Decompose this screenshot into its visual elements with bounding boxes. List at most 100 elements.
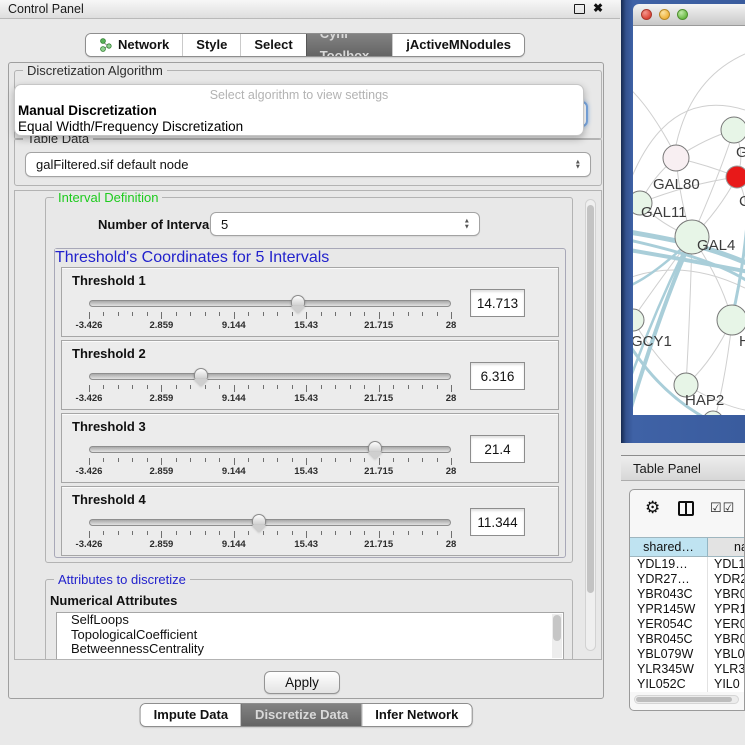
node-selected-red[interactable] <box>726 166 745 188</box>
threshold-2-box: Threshold 2 -3.4262.8599.14415.4321.7152… <box>61 340 559 410</box>
node-bottom-partial[interactable] <box>703 411 723 415</box>
column-header-shared[interactable]: shared… <box>630 538 708 556</box>
cell-name[interactable]: YLR3 <box>708 662 745 677</box>
threshold-1-value-field[interactable]: 14.713 <box>470 289 525 317</box>
numerical-attributes-label: Numerical Attributes <box>50 593 177 608</box>
number-of-intervals-value: 5 <box>221 217 228 232</box>
cell-name[interactable]: YBL0 <box>708 647 745 662</box>
threshold-3-slider-handle[interactable] <box>368 441 382 459</box>
cell-name[interactable]: YBR0 <box>708 632 745 647</box>
settings-vertical-scrollbar[interactable] <box>585 199 596 651</box>
window-title: Control Panel <box>8 2 84 16</box>
cell-shared-name[interactable]: YPR145W <box>630 602 708 617</box>
node-h[interactable] <box>717 305 745 335</box>
cell-shared-name[interactable]: YIL052C <box>630 677 708 692</box>
table-row[interactable]: YBR043CYBR0 <box>630 587 745 602</box>
number-of-intervals-spinner[interactable]: 5 ▲▼ <box>210 212 480 236</box>
table-rows: YDL19…YDL1YDR27…YDR2YBR043CYBR0YPR145WYP… <box>630 557 745 692</box>
attributes-to-discretize-group: Attributes to discretize Numerical Attri… <box>45 579 573 660</box>
node-gal80[interactable] <box>663 145 689 171</box>
tab-network[interactable]: Network <box>86 34 182 56</box>
gear-icon[interactable]: ⚙ <box>645 499 660 516</box>
slider-tick-label: 15.43 <box>294 539 318 550</box>
threshold-4-value-field[interactable]: 11.344 <box>470 508 525 536</box>
slider-tick-label: 28 <box>446 466 457 477</box>
control-panel-tabs: Network Style Select Cyni Toolbox jActiv… <box>85 33 525 57</box>
table-row[interactable]: YDL19…YDL1 <box>630 557 745 572</box>
algorithm-hint-option[interactable]: Select algorithm to view settings <box>15 88 583 102</box>
table-row[interactable]: YIL052CYIL0 <box>630 677 745 692</box>
cell-shared-name[interactable]: YDR27… <box>630 572 708 587</box>
table-row[interactable]: YER054CYER0 <box>630 617 745 632</box>
cell-shared-name[interactable]: YLR345W <box>630 662 708 677</box>
table-row[interactable]: YDR27…YDR2 <box>630 572 745 587</box>
tab-style[interactable]: Style <box>182 34 240 56</box>
cell-shared-name[interactable]: YBL079W <box>630 647 708 662</box>
threshold-3-label: Threshold 3 <box>72 419 146 434</box>
table-panel-title: Table Panel <box>633 461 701 476</box>
threshold-2-value-field[interactable]: 6.316 <box>470 362 525 390</box>
apply-button[interactable]: Apply <box>264 671 340 694</box>
table-header-row: shared… na <box>630 537 745 557</box>
table-data-selected-value: galFiltered.sif default node <box>36 157 188 172</box>
table-row[interactable]: YLR345WYLR3 <box>630 662 745 677</box>
threshold-4-slider-handle[interactable] <box>252 514 266 532</box>
table-row[interactable]: YPR145WYPR1 <box>630 602 745 617</box>
tab-select[interactable]: Select <box>240 34 305 56</box>
slider-tick-label: -3.426 <box>76 466 103 477</box>
zoom-traffic-light[interactable] <box>677 9 688 20</box>
node-gcy1[interactable] <box>633 309 644 331</box>
table-row[interactable]: YBL079WYBL0 <box>630 647 745 662</box>
cell-name[interactable]: YDR2 <box>708 572 745 587</box>
cell-shared-name[interactable]: YBR043C <box>630 587 708 602</box>
spinner-arrows-icon: ▲▼ <box>464 219 470 230</box>
minimize-traffic-light[interactable] <box>659 9 670 20</box>
node-top-right[interactable] <box>721 117 745 143</box>
checkbox-icons[interactable]: ☑☑ <box>710 500 735 516</box>
cell-name[interactable]: YDL1 <box>708 557 745 572</box>
cell-shared-name[interactable]: YER054C <box>630 617 708 632</box>
cyni-mode-tabs: Impute Data Discretize Data Infer Networ… <box>140 703 473 727</box>
tab-impute-data[interactable]: Impute Data <box>141 704 241 726</box>
attributes-list-scrollbar[interactable] <box>552 614 562 658</box>
float-window-icon[interactable] <box>574 4 585 14</box>
columns-icon[interactable] <box>678 501 694 516</box>
threshold-3-value-field[interactable]: 21.4 <box>470 435 525 463</box>
interval-definition-title: Interval Definition <box>54 190 162 205</box>
settings-scroll-panel: Interval Definition Number of Intervals … <box>14 190 602 660</box>
combo-arrows-icon: ▲▼ <box>575 159 581 170</box>
attribute-list-item[interactable]: BetweennessCentrality <box>57 642 563 657</box>
cell-name[interactable]: YBR0 <box>708 587 745 602</box>
threshold-1-label: Threshold 1 <box>72 273 146 288</box>
network-window-titlebar <box>633 4 745 26</box>
attribute-list-item[interactable]: TopologicalCoefficient <box>57 628 563 643</box>
network-canvas[interactable]: GAL80 G C GAL11 GAL4 GCY1 H HAP2 <box>633 26 745 415</box>
tab-cyni-toolbox[interactable]: Cyni Toolbox <box>306 34 393 56</box>
threshold-3-box: Threshold 3 -3.4262.8599.14415.4321.7152… <box>61 413 559 483</box>
close-traffic-light[interactable] <box>641 9 652 20</box>
attributes-group-title: Attributes to discretize <box>54 572 190 587</box>
column-header-name[interactable]: na <box>708 538 745 556</box>
threshold-2-slider-handle[interactable] <box>194 368 208 386</box>
cell-name[interactable]: YPR1 <box>708 602 745 617</box>
label-g: G <box>736 144 745 161</box>
tab-infer-network[interactable]: Infer Network <box>361 704 471 726</box>
close-icon[interactable]: ✖ <box>593 1 603 15</box>
option-equal-width-frequency[interactable]: Equal Width/Frequency Discretization <box>18 119 243 134</box>
threshold-1-slider-handle[interactable] <box>291 295 305 313</box>
table-row[interactable]: YBR045CYBR0 <box>630 632 745 647</box>
tab-discretize-data[interactable]: Discretize Data <box>241 704 361 726</box>
option-manual-discretization[interactable]: Manual Discretization <box>18 103 157 118</box>
attribute-list-item[interactable]: SelfLoops <box>57 613 563 628</box>
cell-shared-name[interactable]: YDL19… <box>630 557 708 572</box>
table-horizontal-scrollbar[interactable] <box>634 695 739 704</box>
cell-name[interactable]: YER0 <box>708 617 745 632</box>
table-panel-body: ⚙ ☑☑ shared… na YDL19…YDL1YDR27…YDR2YBR0… <box>629 489 745 711</box>
discretization-algorithm-title: Discretization Algorithm <box>23 63 167 78</box>
slider-tick-label: 28 <box>446 539 457 550</box>
tab-jactivemnodules[interactable]: jActiveMNodules <box>392 34 524 56</box>
cell-name[interactable]: YIL0 <box>708 677 745 692</box>
slider-tick-label: 28 <box>446 320 457 331</box>
table-data-combobox[interactable]: galFiltered.sif default node ▲▼ <box>25 152 591 177</box>
cell-shared-name[interactable]: YBR045C <box>630 632 708 647</box>
